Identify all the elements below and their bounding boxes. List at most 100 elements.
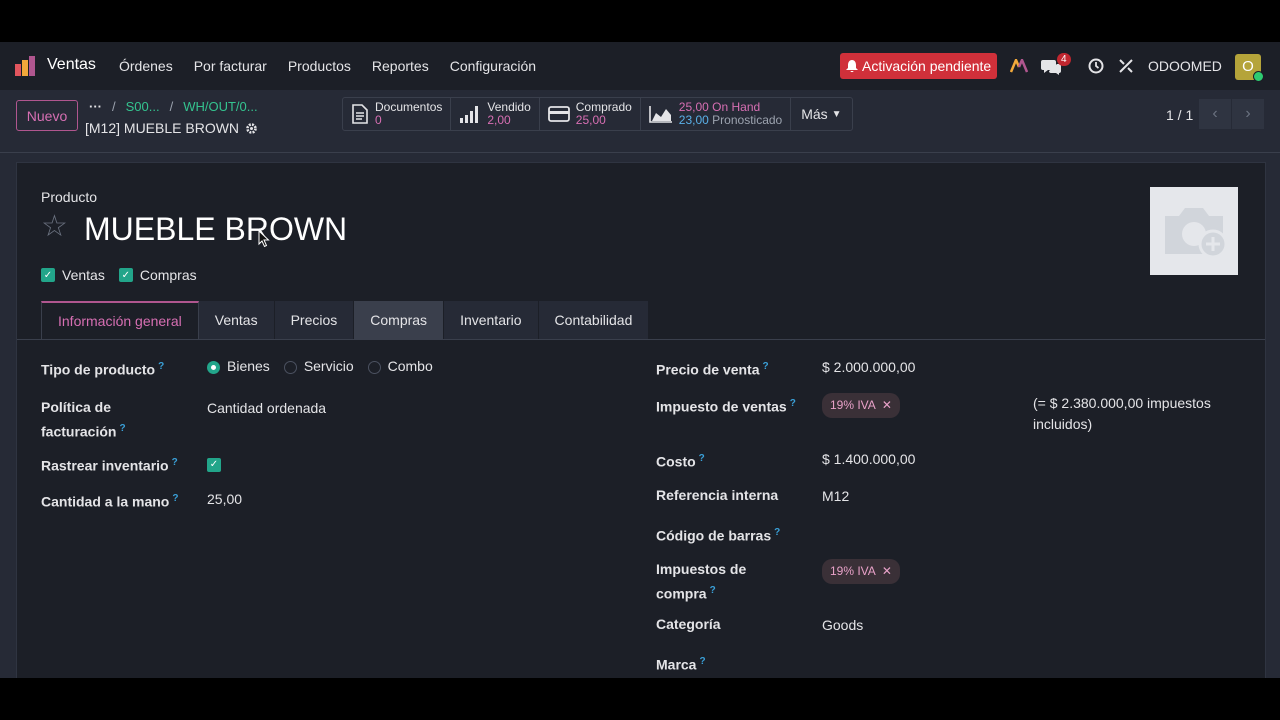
credit-card-icon — [547, 106, 570, 122]
tab-divider — [17, 339, 1265, 340]
more-label: Más — [801, 106, 828, 122]
tab-general-info[interactable]: Información general — [41, 301, 199, 339]
internal-ref-label: Referencia interna — [656, 487, 779, 503]
remove-tag-icon[interactable]: ✕ — [882, 561, 892, 582]
bell-icon — [846, 59, 858, 72]
tab-sales[interactable]: Ventas — [198, 301, 275, 339]
main-menu: Órdenes Por facturar Productos Reportes … — [119, 58, 557, 74]
help-icon[interactable]: ? — [172, 493, 178, 504]
product-type-label: Tipo de producto? — [41, 356, 164, 381]
radio-service[interactable]: Servicio — [283, 356, 354, 377]
radio-goods-label: Bienes — [227, 358, 270, 374]
radio-combo[interactable]: Combo — [367, 356, 433, 377]
cost-input[interactable]: $ 1.400.000,00 — [822, 449, 915, 470]
sales-tax-label: Impuesto de ventas? — [656, 393, 796, 418]
tools-icon[interactable] — [1118, 58, 1134, 74]
help-icon[interactable]: ? — [699, 656, 705, 667]
sale-price-input[interactable]: $ 2.000.000,00 — [822, 357, 915, 378]
app-window: Ventas Órdenes Por facturar Productos Re… — [0, 42, 1280, 678]
internal-ref-input[interactable]: M12 — [822, 486, 849, 507]
company-name[interactable]: ODOOMED — [1148, 58, 1222, 74]
documents-smart-button[interactable]: Documentos 0 — [343, 98, 452, 130]
can-be-sold-checkbox[interactable]: ✓ Ventas — [41, 267, 105, 283]
product-type-radio: Bienes Servicio Combo — [207, 356, 433, 377]
pending-activation-button[interactable]: Activación pendiente — [840, 53, 998, 79]
sales-tax-tag-label: 19% IVA — [830, 398, 876, 412]
invoice-policy-select[interactable]: Cantidad ordenada — [207, 398, 326, 419]
forecast-label: Pronosticado — [712, 113, 783, 127]
help-icon[interactable]: ? — [158, 361, 164, 372]
smart-buttons: Documentos 0 Vendido 2,00 Comprado 25,00 25… — [342, 97, 853, 131]
favorite-star-icon[interactable]: ☆ — [41, 211, 68, 243]
product-image-upload[interactable] — [1150, 187, 1238, 275]
help-icon[interactable]: ? — [710, 585, 716, 596]
clock-icon[interactable] — [1088, 58, 1104, 74]
help-icon[interactable]: ? — [119, 423, 125, 434]
forecast-value: 23,00 — [678, 113, 709, 127]
menu-item-orders[interactable]: Órdenes — [119, 58, 173, 74]
tab-purchases[interactable]: Compras — [354, 301, 445, 339]
can-be-purchased-label: Compras — [139, 267, 197, 283]
tab-inventory[interactable]: Inventario — [444, 301, 539, 339]
product-name[interactable]: MUEBLE BROWN — [84, 211, 347, 248]
tab-prices[interactable]: Precios — [274, 301, 355, 339]
sale-price-label: Precio de venta? — [656, 356, 769, 381]
purchased-smart-button[interactable]: Comprado 25,00 — [540, 98, 641, 130]
documents-count: 0 — [375, 113, 382, 127]
invoice-policy-label-line2: facturación — [41, 423, 117, 440]
track-inventory-label: Rastrear inventario? — [41, 452, 178, 477]
invoice-policy-label: Política de facturación? — [41, 397, 126, 443]
purchase-tax-field[interactable]: 19% IVA ✕ — [822, 559, 900, 584]
sales-tax-field[interactable]: 19% IVA ✕ — [822, 393, 900, 418]
help-icon[interactable]: ? — [763, 361, 769, 372]
caret-down-icon: ▼ — [831, 108, 842, 120]
purchase-tax-label-line2: compra — [656, 585, 707, 602]
barcode-label-text: Código de barras — [656, 527, 772, 544]
category-select[interactable]: Goods — [822, 615, 863, 636]
purchase-tax-label-line1: Impuestos de — [656, 561, 747, 577]
can-be-purchased-checkbox[interactable]: ✓ Compras — [118, 267, 197, 283]
breadcrumb-separator: / — [169, 99, 174, 114]
pager-value[interactable]: 1 / 1 — [1166, 107, 1193, 123]
product-flags: ✓ Ventas ✓ Compras — [41, 267, 197, 283]
menu-item-products[interactable]: Productos — [288, 58, 351, 74]
qty-on-hand-value[interactable]: 25,00 — [207, 489, 242, 510]
radio-goods[interactable]: Bienes — [207, 356, 270, 377]
tab-accounting[interactable]: Contabilidad — [538, 301, 650, 339]
qty-on-hand-label: Cantidad a la mano? — [41, 488, 178, 513]
track-inventory-checkbox[interactable]: ✓ — [207, 452, 221, 473]
odoo-ai-icon[interactable] — [1010, 59, 1028, 73]
gear-icon[interactable] — [245, 122, 258, 135]
app-brand[interactable]: Ventas — [47, 56, 96, 74]
sales-app-icon[interactable] — [14, 56, 36, 76]
help-icon[interactable]: ? — [774, 527, 780, 538]
breadcrumb-sale-order[interactable]: S00... — [126, 99, 160, 114]
barcode-input[interactable] — [822, 522, 1022, 543]
next-record-button[interactable]: › — [1232, 99, 1264, 129]
checkbox-checked-icon: ✓ — [118, 268, 133, 282]
tax-included-note: (= $ 2.380.000,00 impuestos incluidos) — [1033, 393, 1211, 435]
menu-item-to-invoice[interactable]: Por facturar — [194, 58, 267, 74]
previous-record-button[interactable]: ‹ — [1199, 99, 1231, 129]
new-button[interactable]: Nuevo — [16, 100, 78, 131]
sales-tax-tag: 19% IVA ✕ — [822, 393, 900, 418]
documents-label: Documentos — [375, 100, 443, 114]
radio-selected-icon — [207, 360, 220, 374]
checkbox-checked-icon: ✓ — [41, 268, 55, 282]
sold-smart-button[interactable]: Vendido 2,00 — [451, 98, 540, 130]
record-title: [M12] MUEBLE BROWN — [85, 120, 240, 136]
breadcrumb-more[interactable]: ··· — [89, 99, 102, 114]
chevron-right-icon: › — [1245, 105, 1251, 122]
menu-item-configuration[interactable]: Configuración — [450, 58, 536, 74]
forecast-smart-button[interactable]: 25,00 On Hand 23,00 Pronosticado — [641, 98, 792, 130]
help-icon[interactable]: ? — [790, 398, 796, 409]
cost-label-text: Costo — [656, 453, 696, 470]
help-icon[interactable]: ? — [172, 457, 178, 468]
breadcrumb-separator: / — [112, 99, 116, 114]
breadcrumb: ··· / S00... / WH/OUT/0... — [89, 99, 258, 114]
help-icon[interactable]: ? — [699, 453, 705, 464]
breadcrumb-delivery[interactable]: WH/OUT/0... — [183, 99, 257, 114]
more-dropdown[interactable]: Más ▼ — [791, 98, 851, 130]
menu-item-reports[interactable]: Reportes — [372, 58, 429, 74]
remove-tag-icon[interactable]: ✕ — [882, 395, 892, 416]
